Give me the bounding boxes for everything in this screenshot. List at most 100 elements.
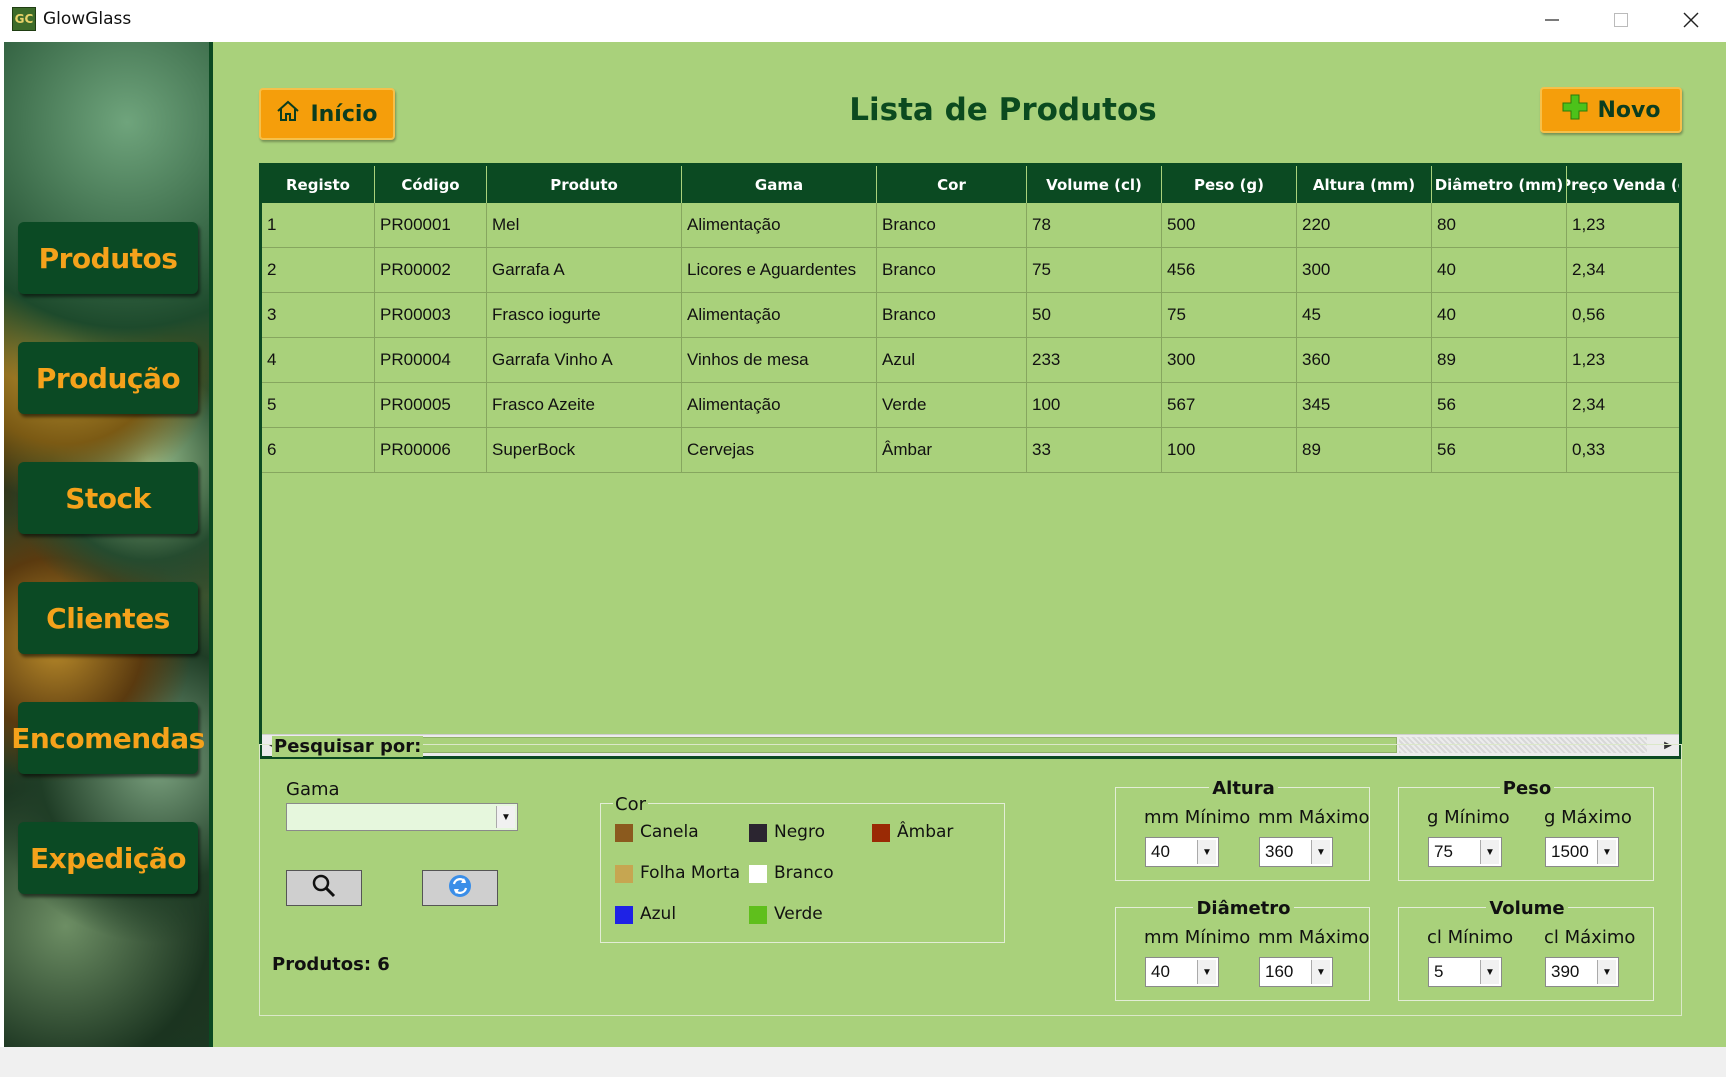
color-swatch[interactable] [749,824,767,842]
color-swatch[interactable] [615,865,633,883]
table-cell[interactable]: 33 [1027,428,1162,473]
table-cell[interactable]: Frasco Azeite [487,383,682,428]
column-header[interactable]: Produto [487,166,682,203]
table-cell[interactable]: Vinhos de mesa [682,338,877,383]
table-cell[interactable]: 567 [1162,383,1297,428]
column-header[interactable]: Registo [262,166,375,203]
chevron-down-icon[interactable]: ▼ [1480,960,1499,984]
table-cell[interactable]: 78 [1027,203,1162,248]
table-cell[interactable]: 45 [1297,293,1432,338]
volume-max-select[interactable]: 390 ▼ [1545,957,1619,987]
sidebar-item-expedicao[interactable]: Expedição [18,822,198,894]
table-cell[interactable]: PR00003 [375,293,487,338]
refresh-button[interactable] [422,870,498,906]
table-cell[interactable]: Frasco iogurte [487,293,682,338]
peso-max-select[interactable]: 1500 ▼ [1545,837,1619,867]
home-button[interactable]: Início [259,88,395,140]
table-cell[interactable]: Alimentação [682,293,877,338]
table-cell[interactable]: PR00004 [375,338,487,383]
chevron-down-icon[interactable]: ▼ [1311,840,1330,864]
table-row[interactable]: 2 PR00002 Garrafa A Licores e Aguardentes Br… [262,248,1679,293]
gama-select[interactable]: ▼ [286,803,518,831]
column-header[interactable]: Preço Venda (e [1567,166,1679,203]
sidebar-item-producao[interactable]: Produção [18,342,198,414]
table-cell[interactable]: 100 [1162,428,1297,473]
table-cell[interactable]: PR00005 [375,383,487,428]
table-cell[interactable]: PR00001 [375,203,487,248]
table-cell[interactable]: Branco [877,293,1027,338]
table-cell[interactable]: Verde [877,383,1027,428]
column-header[interactable]: Cor [877,166,1027,203]
maximize-icon[interactable] [1598,4,1644,36]
table-cell[interactable]: 89 [1432,338,1567,383]
table-cell[interactable]: 5 [262,383,375,428]
table-cell[interactable]: 233 [1027,338,1162,383]
table-cell[interactable]: 100 [1027,383,1162,428]
table-cell[interactable]: Alimentação [682,383,877,428]
minimize-icon[interactable] [1529,4,1575,36]
table-cell[interactable]: Licores e Aguardentes [682,248,877,293]
table-row[interactable]: 4 PR00004 Garrafa Vinho A Vinhos de mesa Azu… [262,338,1679,383]
table-cell[interactable]: 345 [1297,383,1432,428]
table-cell[interactable]: 40 [1432,293,1567,338]
table-cell[interactable]: 360 [1297,338,1432,383]
column-header[interactable]: Gama [682,166,877,203]
table-cell[interactable]: 1,23 [1567,203,1679,248]
table-cell[interactable]: Mel [487,203,682,248]
table-cell[interactable]: Garrafa A [487,248,682,293]
table-cell[interactable]: 1,23 [1567,338,1679,383]
color-swatch[interactable] [749,906,767,924]
column-header[interactable]: Volume (cl) [1027,166,1162,203]
products-table[interactable]: Registo Código Produto Gama Cor Volume (cl) Pe… [259,163,1682,759]
table-cell[interactable]: Branco [877,203,1027,248]
diametro-min-select[interactable]: 40 ▼ [1145,957,1219,987]
volume-min-select[interactable]: 5 ▼ [1428,957,1502,987]
new-product-button[interactable]: Novo [1540,87,1682,133]
diametro-max-select[interactable]: 160 ▼ [1259,957,1333,987]
peso-min-select[interactable]: 75 ▼ [1428,837,1502,867]
column-header[interactable]: Diâmetro (mm) [1432,166,1567,203]
table-row[interactable]: 1 PR00001 Mel Alimentação Branco 78 500 220 80 1,… [262,203,1679,248]
table-cell[interactable]: SuperBock [487,428,682,473]
table-cell[interactable]: Garrafa Vinho A [487,338,682,383]
table-cell[interactable]: 4 [262,338,375,383]
sidebar-item-stock[interactable]: Stock [18,462,198,534]
table-row[interactable]: 6 PR00006 SuperBock Cervejas Âmbar 33 100 89 56 0… [262,428,1679,473]
table-cell[interactable]: 89 [1297,428,1432,473]
sidebar-item-produtos[interactable]: Produtos [18,222,198,294]
chevron-down-icon[interactable]: ▼ [1197,840,1216,864]
table-cell[interactable]: PR00002 [375,248,487,293]
table-cell[interactable]: 0,33 [1567,428,1679,473]
table-cell[interactable]: 1 [262,203,375,248]
chevron-down-icon[interactable]: ▼ [1311,960,1330,984]
table-cell[interactable]: 6 [262,428,375,473]
search-button[interactable] [286,870,362,906]
table-cell[interactable]: 2,34 [1567,383,1679,428]
chevron-down-icon[interactable]: ▼ [496,806,515,828]
table-cell[interactable]: Alimentação [682,203,877,248]
table-cell[interactable]: 50 [1027,293,1162,338]
color-swatch[interactable] [749,865,767,883]
close-icon[interactable] [1668,4,1714,36]
table-cell[interactable]: 300 [1297,248,1432,293]
table-cell[interactable]: 75 [1162,293,1297,338]
table-cell[interactable]: 75 [1027,248,1162,293]
chevron-down-icon[interactable]: ▼ [1197,960,1216,984]
table-cell[interactable]: 2,34 [1567,248,1679,293]
table-cell[interactable]: 500 [1162,203,1297,248]
table-cell[interactable]: 220 [1297,203,1432,248]
altura-min-select[interactable]: 40 ▼ [1145,837,1219,867]
color-swatch[interactable] [615,824,633,842]
table-cell[interactable]: 56 [1432,383,1567,428]
table-cell[interactable]: 0,56 [1567,293,1679,338]
table-cell[interactable]: Branco [877,248,1027,293]
sidebar-item-encomendas[interactable]: Encomendas [11,702,205,774]
chevron-down-icon[interactable]: ▼ [1597,960,1616,984]
altura-max-select[interactable]: 360 ▼ [1259,837,1333,867]
table-row[interactable]: 5 PR00005 Frasco Azeite Alimentação Verde 100… [262,383,1679,428]
table-cell[interactable]: Cervejas [682,428,877,473]
table-cell[interactable]: 3 [262,293,375,338]
color-swatch[interactable] [615,906,633,924]
table-cell[interactable]: 56 [1432,428,1567,473]
column-header[interactable]: Altura (mm) [1297,166,1432,203]
